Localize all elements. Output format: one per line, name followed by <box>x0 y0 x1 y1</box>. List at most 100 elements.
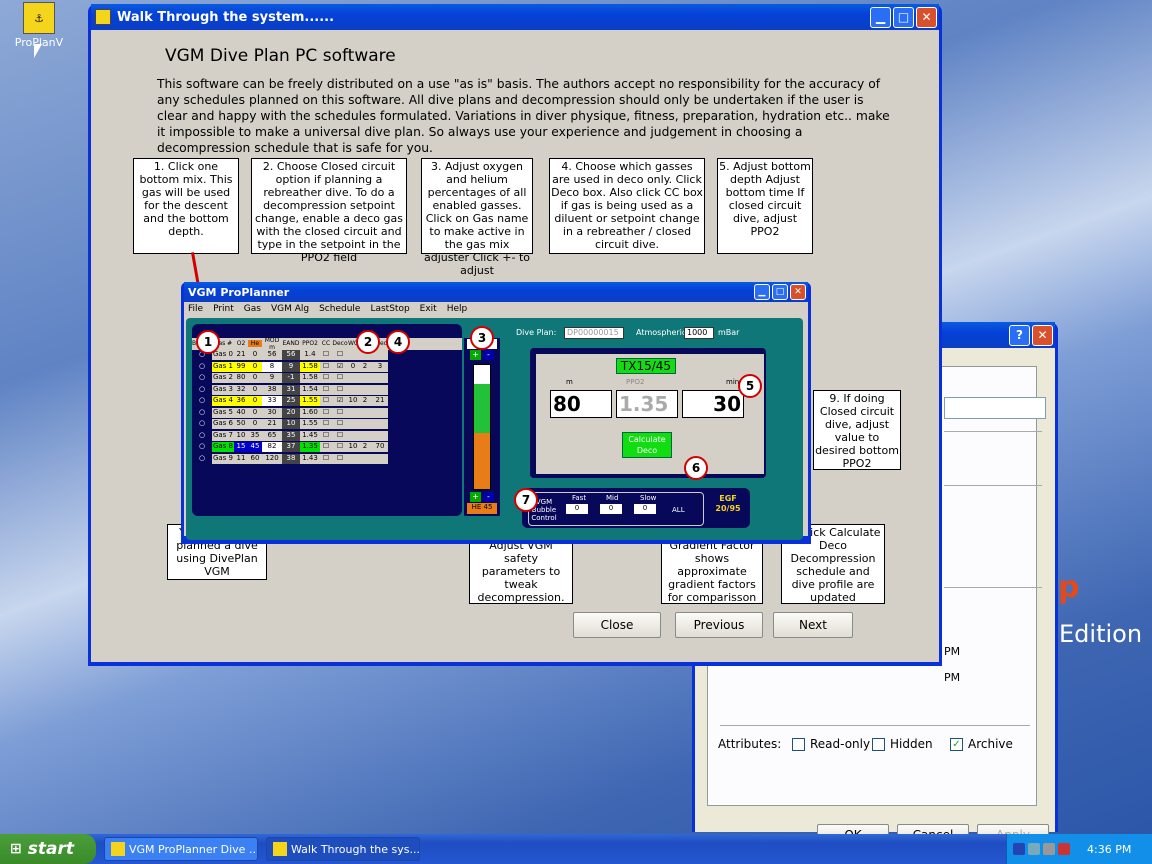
gas-name[interactable]: Gas 2 <box>212 373 234 384</box>
close-button[interactable]: ✕ <box>1032 324 1053 346</box>
next-button[interactable]: Next <box>773 612 853 638</box>
gas-row[interactable]: ○ Gas 0 21 0 56 56 1.4 ☐ ☐ <box>192 350 462 362</box>
gas-row[interactable]: ○ Gas 6 50 0 21 10 1.55 ☐ ☐ <box>192 419 462 431</box>
cc-checkbox[interactable]: ☐ <box>320 407 332 418</box>
mid-field[interactable]: 0 <box>600 504 622 514</box>
menu-help[interactable]: Help <box>447 304 468 314</box>
depth-field[interactable]: 80 <box>550 390 612 418</box>
he-adjust-buttons[interactable]: + - <box>470 492 494 502</box>
close-window-button[interactable]: ✕ <box>916 6 937 28</box>
bottom-radio[interactable]: ○ <box>192 408 212 418</box>
deco-checkbox[interactable]: ☐ <box>332 373 348 384</box>
menu-gas[interactable]: Gas <box>244 304 261 314</box>
menu-vgm-alg[interactable]: VGM Alg <box>271 304 309 314</box>
gas-row[interactable]: ○ Gas 2 80 0 9 -1 1.58 ☐ ☐ <box>192 373 462 385</box>
gas-used <box>372 453 388 464</box>
dive-plan-field[interactable]: DP00000015 <box>564 327 624 339</box>
previous-button[interactable]: Previous <box>675 612 763 638</box>
calculate-deco-button[interactable]: Calculate Deco <box>622 432 672 458</box>
deco-checkbox[interactable]: ☑ <box>332 396 348 407</box>
close-button[interactable]: Close <box>573 612 661 638</box>
deco-checkbox[interactable]: ☐ <box>332 453 348 464</box>
cc-checkbox[interactable]: ☐ <box>320 373 332 384</box>
cc-checkbox[interactable]: ☐ <box>320 350 332 361</box>
cc-checkbox[interactable]: ☐ <box>320 396 332 407</box>
maximize-button[interactable]: □ <box>893 6 914 28</box>
cc-checkbox[interactable]: ☐ <box>320 361 332 372</box>
atmospheric-field[interactable]: 1000 <box>684 327 714 339</box>
gas-row[interactable]: ○ Gas 7 10 35 65 35 1.45 ☐ ☐ <box>192 430 462 442</box>
bottom-radio[interactable]: ○ <box>192 396 212 406</box>
deco-checkbox[interactable]: ☑ <box>332 361 348 372</box>
taskbar-item-walkthrough[interactable]: Walk Through the sys.... <box>266 837 420 861</box>
deco-checkbox[interactable]: ☐ <box>332 430 348 441</box>
gas-name[interactable]: Gas 3 <box>212 384 234 395</box>
gas-name[interactable]: Gas 7 <box>212 430 234 441</box>
security-icon[interactable] <box>1058 843 1070 855</box>
help-button[interactable]: ? <box>1009 324 1030 346</box>
pp-close-button[interactable]: ✕ <box>790 284 806 300</box>
deco-checkbox[interactable]: ☐ <box>332 442 348 453</box>
deco-checkbox[interactable]: ☐ <box>332 384 348 395</box>
fast-field[interactable]: 0 <box>566 504 588 514</box>
accessed-time: PM <box>944 671 961 684</box>
pp-minimize-button[interactable]: ▁ <box>754 284 770 300</box>
gas-name[interactable]: Gas 6 <box>212 419 234 430</box>
cc-checkbox[interactable]: ☐ <box>320 430 332 441</box>
gas-eand: 9 <box>282 361 300 372</box>
gas-name[interactable]: Gas 1 <box>212 361 234 372</box>
ppo2-field[interactable]: 1.35 <box>616 390 678 418</box>
minimize-button[interactable]: ▁ <box>870 6 891 28</box>
gas-name[interactable]: Gas 5 <box>212 407 234 418</box>
name-field[interactable] <box>944 397 1046 419</box>
bottom-radio[interactable]: ○ <box>192 431 212 441</box>
gas-row[interactable]: ○ Gas 8 15 45 82 37 1.35 ☐ ☐ 10 2 70 <box>192 442 462 454</box>
all-button[interactable]: ALL <box>672 506 685 514</box>
gas-name[interactable]: Gas 0 <box>212 350 234 361</box>
bottom-radio[interactable]: ○ <box>192 454 212 464</box>
gas-row[interactable]: ○ Gas 1 99 0 8 9 1.58 ☐ ☑ 0 2 3 <box>192 361 462 373</box>
gas-row[interactable]: ○ Gas 5 40 0 30 20 1.60 ☐ ☐ <box>192 407 462 419</box>
readonly-checkbox[interactable]: Read-only <box>792 737 870 751</box>
cc-checkbox[interactable]: ☐ <box>320 384 332 395</box>
mix-he-segment <box>474 433 490 489</box>
deco-checkbox[interactable]: ☐ <box>332 419 348 430</box>
pp-maximize-button[interactable]: □ <box>772 284 788 300</box>
taskbar-item-proplanner[interactable]: VGM ProPlanner Dive ... <box>104 837 258 861</box>
start-button[interactable]: ⊞ start <box>0 834 96 864</box>
bottom-radio[interactable]: ○ <box>192 373 212 383</box>
gas-ppo2: 1.43 <box>300 453 320 464</box>
gas-row[interactable]: ○ Gas 3 32 0 38 31 1.54 ☐ ☐ <box>192 384 462 396</box>
gas-sac <box>358 419 372 430</box>
gas-name[interactable]: Gas 8 <box>212 442 234 453</box>
menu-exit[interactable]: Exit <box>420 304 437 314</box>
gas-row[interactable]: ○ Gas 9 11 60 120 38 1.43 ☐ ☐ <box>192 453 462 465</box>
o2-adjust-buttons[interactable]: + - <box>470 350 494 360</box>
hidden-checkbox[interactable]: Hidden <box>872 737 933 751</box>
gas-name[interactable]: Gas 9 <box>212 453 234 464</box>
gas-row[interactable]: ○ Gas 4 36 0 33 25 1.55 ☐ ☑ 10 2 21 <box>192 396 462 408</box>
slow-field[interactable]: 0 <box>634 504 656 514</box>
gas-mod: 8 <box>262 361 282 372</box>
menu-laststop[interactable]: LastStop <box>370 304 409 314</box>
deco-checkbox[interactable]: ☐ <box>332 350 348 361</box>
network-icon[interactable] <box>1013 843 1025 855</box>
bottom-radio[interactable]: ○ <box>192 442 212 452</box>
menu-print[interactable]: Print <box>213 304 234 314</box>
cc-checkbox[interactable]: ☐ <box>320 419 332 430</box>
deco-checkbox[interactable]: ☐ <box>332 407 348 418</box>
speaker-icon[interactable] <box>1028 843 1040 855</box>
cc-checkbox[interactable]: ☐ <box>320 453 332 464</box>
archive-checkbox[interactable]: ✓ Archive <box>950 737 1013 751</box>
menu-schedule[interactable]: Schedule <box>319 304 360 314</box>
menu-file[interactable]: File <box>188 304 203 314</box>
time-field[interactable]: 30 <box>682 390 744 418</box>
gas-name[interactable]: Gas 4 <box>212 396 234 407</box>
slow-label: Slow <box>640 494 657 502</box>
bottom-radio[interactable]: ○ <box>192 362 212 372</box>
cc-checkbox[interactable]: ☐ <box>320 442 332 453</box>
desktop-icon-proplanv[interactable]: ⚓ ProPlanV <box>8 2 70 49</box>
updates-icon[interactable] <box>1043 843 1055 855</box>
bottom-radio[interactable]: ○ <box>192 385 212 395</box>
bottom-radio[interactable]: ○ <box>192 419 212 429</box>
